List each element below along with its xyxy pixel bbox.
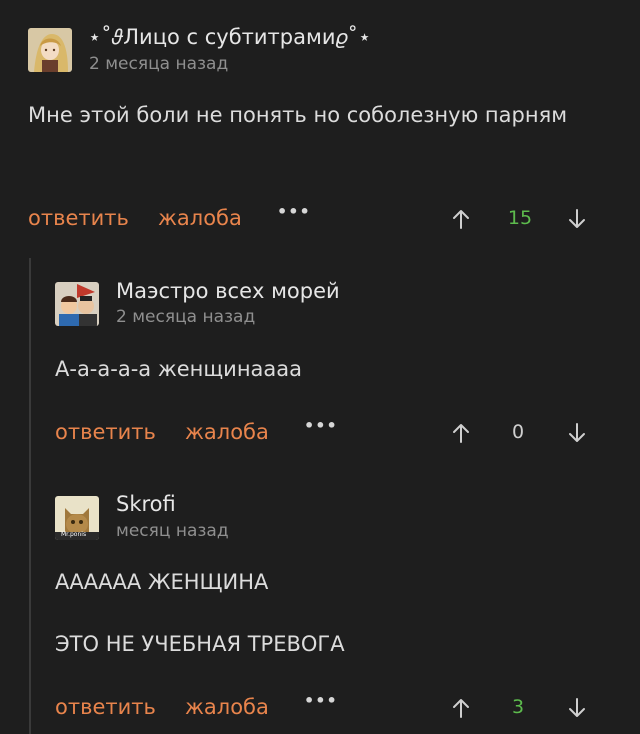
comment-time: 2 месяца назад: [116, 307, 256, 327]
vote-score: 0: [511, 421, 525, 443]
arrow-down-icon[interactable]: [568, 209, 586, 229]
comment-text: А-а-а-а-а женщинаааа: [55, 357, 303, 381]
more-dots-icon[interactable]: •••: [304, 416, 338, 435]
vote-score: 3: [511, 696, 525, 718]
reply-button[interactable]: ответить: [55, 420, 156, 444]
avatar[interactable]: [55, 282, 99, 326]
arrow-up-icon[interactable]: [452, 209, 470, 229]
report-button[interactable]: жалоба: [158, 206, 242, 230]
avatar-cartoon-icon: [55, 282, 99, 326]
comment-time: 2 месяца назад: [89, 54, 229, 74]
avatar[interactable]: [28, 28, 72, 72]
vote-score: 15: [507, 207, 533, 229]
comment-author[interactable]: ⋆˚𝜗Лицо с субтитрами𝜚˚⋆: [88, 25, 371, 50]
more-dots-icon[interactable]: •••: [304, 691, 338, 710]
comment-actions: ответить жалоба ••• 3: [0, 691, 640, 725]
comment-text-line: АААААА ЖЕНЩИНА: [55, 570, 269, 594]
arrow-down-icon[interactable]: [568, 698, 586, 718]
report-button[interactable]: жалоба: [185, 420, 269, 444]
comment-actions: ответить жалоба ••• 0: [0, 416, 640, 450]
comment-time: месяц назад: [116, 521, 229, 541]
reply-button[interactable]: ответить: [55, 695, 156, 719]
reply-button[interactable]: ответить: [28, 206, 129, 230]
comment-text: Мне этой боли не понять но соболезную па…: [28, 103, 568, 127]
comment-author[interactable]: Маэстро всех морей: [116, 279, 340, 303]
report-button[interactable]: жалоба: [185, 695, 269, 719]
avatar-anime-girl-icon: [28, 28, 72, 72]
avatar[interactable]: Mr.ponis: [55, 496, 99, 540]
comment-text-line: ЭТО НЕ УЧЕБНАЯ ТРЕВОГА: [55, 632, 345, 656]
comment-author[interactable]: Skrofi: [116, 492, 176, 516]
comment-actions: ответить жалоба ••• 15: [0, 202, 640, 236]
thread-line[interactable]: [29, 258, 31, 734]
arrow-up-icon[interactable]: [452, 698, 470, 718]
more-dots-icon[interactable]: •••: [277, 202, 311, 221]
avatar-caption: Mr.ponis: [61, 531, 87, 538]
arrow-up-icon[interactable]: [452, 423, 470, 443]
arrow-down-icon[interactable]: [568, 423, 586, 443]
